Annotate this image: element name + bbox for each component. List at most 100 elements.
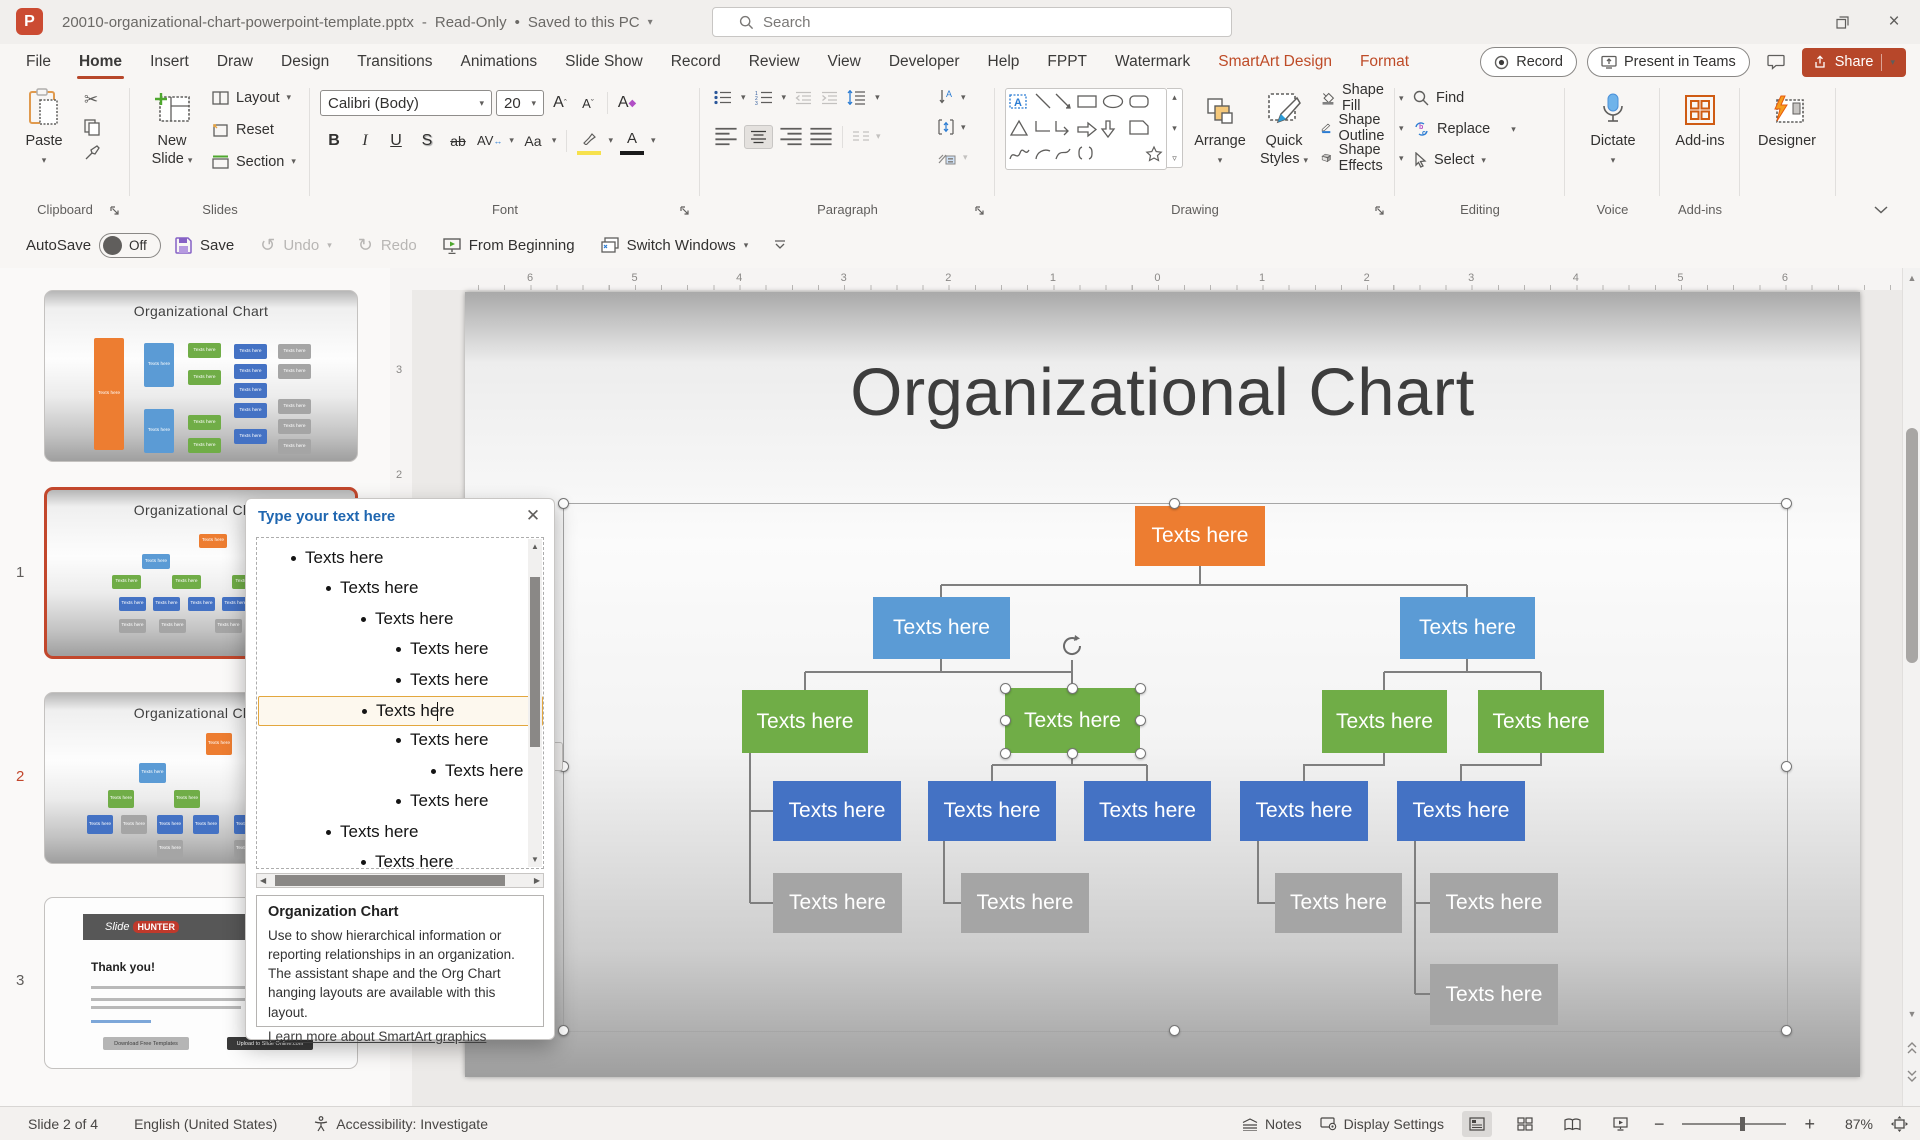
shape-fill-button[interactable]: Shape Fill ▾ xyxy=(1321,86,1403,110)
numbering-button[interactable]: 123 xyxy=(755,90,773,105)
shape-effects-button[interactable]: Shape Effects ▾ xyxy=(1321,146,1403,170)
gallery-up-icon[interactable]: ▴ xyxy=(1172,92,1177,103)
comments-button[interactable] xyxy=(1760,48,1792,76)
gallery-down-icon[interactable]: ▾ xyxy=(1172,123,1177,134)
autosave-toggle[interactable]: Off xyxy=(99,233,161,258)
addins-button[interactable]: Add-ins xyxy=(1670,86,1730,150)
tab-file[interactable]: File xyxy=(12,44,65,80)
paragraph-dialog-launcher-icon[interactable] xyxy=(975,206,985,216)
dictate-button[interactable]: Dictate ▾ xyxy=(1583,86,1643,168)
slideshow-view-button[interactable] xyxy=(1606,1111,1636,1137)
tab-view[interactable]: View xyxy=(814,44,875,80)
notes-button[interactable]: Notes xyxy=(1242,1116,1302,1132)
increase-indent-button[interactable] xyxy=(821,91,838,105)
previous-slide-button[interactable] xyxy=(1903,1040,1920,1056)
tab-review[interactable]: Review xyxy=(735,44,814,80)
org-chart-node[interactable]: Texts here xyxy=(1430,964,1558,1025)
org-chart-node[interactable]: Texts here xyxy=(1400,597,1535,659)
tab-draw[interactable]: Draw xyxy=(203,44,267,80)
underline-button[interactable]: U xyxy=(384,128,408,153)
saved-status[interactable]: Saved to this PC xyxy=(528,14,640,31)
search-input[interactable]: Search xyxy=(712,7,1232,37)
columns-button[interactable] xyxy=(852,130,870,143)
slide-sorter-view-button[interactable] xyxy=(1510,1111,1540,1137)
text-pane-item[interactable]: Texts here xyxy=(258,574,527,603)
align-text-button[interactable]: ▾ xyxy=(938,116,968,138)
fit-slide-to-window-button[interactable] xyxy=(1891,1116,1908,1132)
save-button[interactable]: Save xyxy=(175,237,234,254)
org-chart-node[interactable]: Texts here xyxy=(928,781,1056,841)
chevron-down-icon[interactable]: ▾ xyxy=(1890,57,1895,68)
vertical-scrollbar[interactable]: ▲ ▼ xyxy=(1902,268,1920,1106)
format-painter-button[interactable] xyxy=(84,145,101,161)
select-button[interactable]: Select ▾ xyxy=(1413,148,1516,172)
frame-selection-handle[interactable] xyxy=(1169,498,1180,509)
grow-font-button[interactable]: Aˆ xyxy=(548,91,572,116)
shrink-font-button[interactable]: Aˇ xyxy=(576,91,600,116)
text-pane-item[interactable]: Texts here xyxy=(258,544,527,573)
accessibility-status[interactable]: Accessibility: Investigate xyxy=(313,1116,488,1132)
gallery-more-icon[interactable]: ▿ xyxy=(1172,153,1177,164)
frame-selection-handle[interactable] xyxy=(1781,761,1792,772)
close-icon[interactable]: ✕ xyxy=(522,505,544,527)
display-settings-button[interactable]: Display Settings xyxy=(1320,1116,1444,1132)
node-selection-handle[interactable] xyxy=(1067,748,1078,759)
zoom-slider[interactable] xyxy=(1682,1123,1786,1125)
shape-gallery[interactable]: A xyxy=(1005,88,1167,170)
scroll-down-icon[interactable]: ▼ xyxy=(531,855,539,864)
node-selection-handle[interactable] xyxy=(1000,683,1011,694)
qat-overflow-button[interactable] xyxy=(774,240,786,250)
tab-transitions[interactable]: Transitions xyxy=(343,44,446,80)
font-size-combo[interactable]: 20 ▾ xyxy=(496,90,544,116)
share-button[interactable]: Share ▾ xyxy=(1802,48,1906,77)
section-button[interactable]: Section ▾ xyxy=(212,148,296,175)
tab-fppt[interactable]: FPPT xyxy=(1033,44,1101,80)
org-chart-node-selected[interactable]: Texts here xyxy=(1005,688,1140,753)
tab-design[interactable]: Design xyxy=(267,44,343,80)
org-chart-node[interactable]: Texts here xyxy=(773,873,902,933)
text-pane-item[interactable]: Texts here xyxy=(258,726,527,755)
present-in-teams-button[interactable]: Present in Teams xyxy=(1587,47,1750,77)
node-selection-handle[interactable] xyxy=(1135,715,1146,726)
rotate-handle-icon[interactable] xyxy=(1058,632,1086,660)
org-chart-node[interactable]: Texts here xyxy=(1430,873,1558,933)
org-chart-node[interactable]: Texts here xyxy=(873,597,1010,659)
org-chart-node[interactable]: Texts here xyxy=(1322,690,1447,753)
clear-formatting-button[interactable]: A◆ xyxy=(615,91,639,116)
tab-developer[interactable]: Developer xyxy=(875,44,974,80)
redo-button[interactable]: ↻ Redo xyxy=(358,235,417,256)
scroll-up-icon[interactable]: ▲ xyxy=(1903,270,1920,286)
tab-record[interactable]: Record xyxy=(657,44,735,80)
replace-button[interactable]: bc Replace ▾ xyxy=(1413,117,1516,141)
align-center-button[interactable] xyxy=(744,125,773,149)
autosave-control[interactable]: AutoSave Off xyxy=(26,233,161,258)
scroll-left-icon[interactable]: ◀ xyxy=(260,876,266,885)
node-selection-handle[interactable] xyxy=(1067,683,1078,694)
collapse-ribbon-icon[interactable] xyxy=(1874,206,1888,214)
character-spacing-button[interactable]: AV↔ xyxy=(477,128,502,153)
tab-format[interactable]: Format xyxy=(1346,44,1423,80)
node-selection-handle[interactable] xyxy=(1135,748,1146,759)
paste-button[interactable]: Paste ▾ xyxy=(14,86,74,168)
chevron-down-icon[interactable]: ▾ xyxy=(608,135,613,146)
justify-button[interactable] xyxy=(809,124,833,149)
node-selection-handle[interactable] xyxy=(1000,715,1011,726)
bold-button[interactable]: B xyxy=(322,128,346,153)
chevron-down-icon[interactable]: ▾ xyxy=(875,92,880,103)
frame-selection-handle[interactable] xyxy=(1781,498,1792,509)
bullets-button[interactable] xyxy=(714,90,732,105)
find-button[interactable]: Find xyxy=(1413,86,1516,110)
font-name-combo[interactable]: Calibri (Body) ▾ xyxy=(320,90,492,116)
convert-to-smartart-button[interactable]: ▾ xyxy=(938,146,968,168)
org-chart-node[interactable]: Texts here xyxy=(1397,781,1525,841)
cut-button[interactable]: ✂ xyxy=(84,90,101,110)
node-selection-handle[interactable] xyxy=(1000,748,1011,759)
tab-smartart-design[interactable]: SmartArt Design xyxy=(1204,44,1346,80)
scroll-up-icon[interactable]: ▲ xyxy=(531,542,539,551)
tab-animations[interactable]: Animations xyxy=(446,44,551,80)
zoom-in-button[interactable]: + xyxy=(1804,1114,1815,1135)
horizontal-ruler[interactable]: 6543210123456 xyxy=(412,268,1902,291)
org-chart-node[interactable]: Texts here xyxy=(961,873,1089,933)
undo-button[interactable]: ↺ Undo ▾ xyxy=(260,235,331,256)
copy-button[interactable] xyxy=(84,119,100,136)
